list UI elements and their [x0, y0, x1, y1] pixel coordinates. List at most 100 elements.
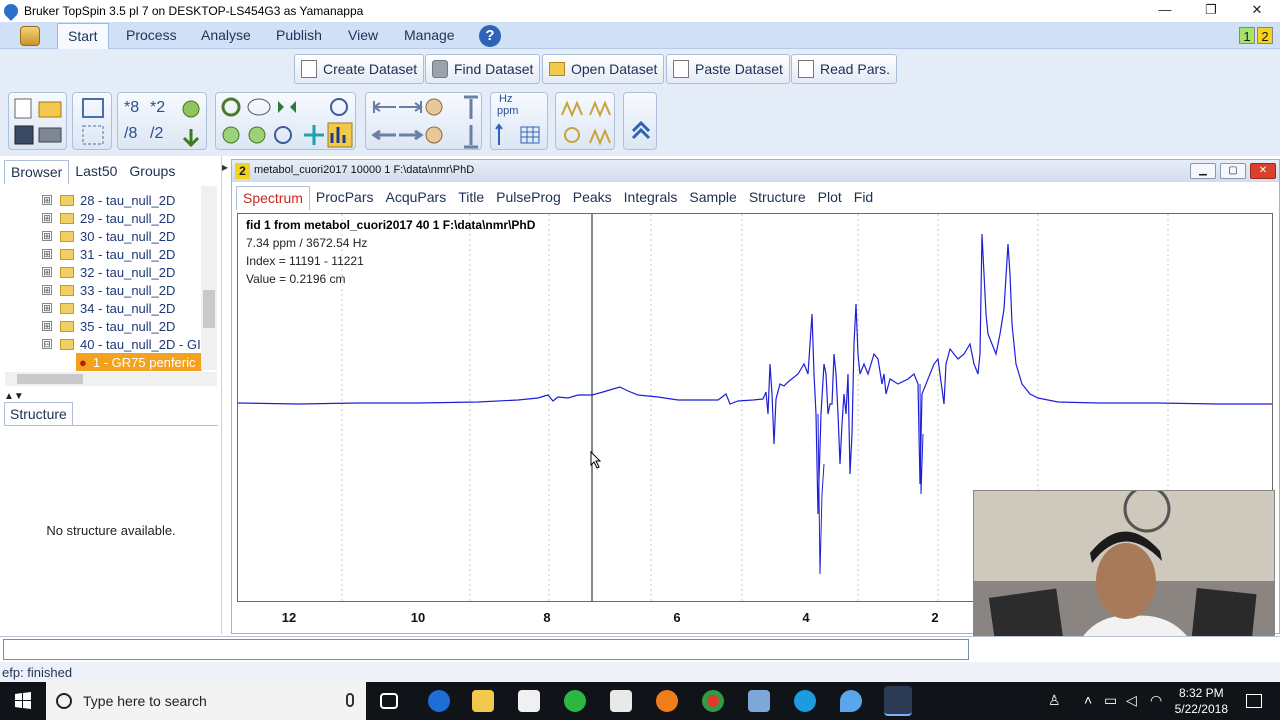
spectrum-close-icon[interactable]: ✕ [1250, 163, 1276, 179]
tab-sample[interactable]: Sample [683, 186, 742, 210]
close-button[interactable]: ✕ [1234, 0, 1280, 22]
tree-item-selected[interactable]: ● 1 - GR75 penferic [76, 353, 202, 371]
tree-vertical-scrollbar[interactable] [201, 186, 217, 370]
restore-button[interactable]: ❐ [1188, 0, 1234, 22]
tree-item[interactable]: ⊞ 35 - tau_null_2D [42, 317, 175, 335]
scale-up-2-button[interactable]: *2 [150, 99, 165, 117]
open-dataset-button[interactable]: Open Dataset [542, 54, 665, 84]
minimize-button[interactable]: — [1142, 0, 1188, 22]
chrome-icon[interactable] [702, 690, 724, 712]
battery-icon[interactable]: ▭ [1104, 692, 1117, 709]
tab-plot[interactable]: Plot [812, 186, 848, 210]
tab-integrals[interactable]: Integrals [618, 186, 684, 210]
tab-acqupars[interactable]: AcquPars [380, 186, 453, 210]
help-icon[interactable]: ? [479, 25, 501, 47]
zoom-tools-icons[interactable] [216, 93, 357, 151]
paste-dataset-button[interactable]: Paste Dataset [666, 54, 790, 84]
tree-item-expanded[interactable]: ⊟ 40 - tau_null_2D - GI [42, 335, 201, 353]
read-pars-button[interactable]: Read Pars. [791, 54, 898, 84]
expand-icon[interactable]: ⊞ [42, 267, 52, 277]
tab-structure-panel[interactable]: Structure [4, 402, 73, 425]
topspin-taskbar-icon[interactable] [840, 690, 862, 712]
expand-up-icon[interactable] [624, 93, 658, 151]
spectrum-maximize-icon[interactable]: ▢ [1220, 163, 1246, 179]
scale-down-8-button[interactable]: /8 [124, 125, 137, 143]
menu-view[interactable]: View [338, 22, 388, 49]
file-explorer-icon[interactable] [472, 690, 494, 712]
menu-process[interactable]: Process [116, 22, 187, 49]
skype-icon[interactable] [794, 690, 816, 712]
expand-icon[interactable]: ⊞ [42, 195, 52, 205]
hz-toggle[interactable]: Hz [499, 93, 512, 105]
expand-icon[interactable]: ⊞ [42, 213, 52, 223]
command-input[interactable] [3, 639, 969, 660]
windows-start-icon[interactable] [0, 682, 46, 720]
tab-fid[interactable]: Fid [848, 186, 879, 210]
menu-publish[interactable]: Publish [266, 22, 332, 49]
topspin-active-taskbar-icon[interactable] [884, 686, 912, 716]
database-icon[interactable] [20, 26, 40, 46]
edge-icon[interactable] [428, 690, 450, 712]
taskbar-clock[interactable]: 8:32 PM 5/22/2018 [1175, 685, 1228, 717]
scale-down-2-button[interactable]: /2 [150, 125, 163, 143]
window-1-button[interactable]: 1 [1239, 27, 1255, 44]
tab-pulseprog[interactable]: PulseProg [490, 186, 567, 210]
wifi-icon[interactable]: ◠ [1150, 692, 1162, 709]
tree-item[interactable]: ⊞ 33 - tau_null_2D [42, 281, 175, 299]
tree-item[interactable]: ⊞ 32 - tau_null_2D [42, 263, 175, 281]
file-tools-icons[interactable] [9, 93, 68, 151]
tab-title[interactable]: Title [452, 186, 490, 210]
whatsapp-icon[interactable] [564, 690, 586, 712]
expand-icon[interactable]: ⊞ [42, 303, 52, 313]
window-2-button[interactable]: 2 [1257, 27, 1273, 44]
tab-peaks[interactable]: Peaks [567, 186, 618, 210]
spectrum-minimize-icon[interactable]: ▁ [1190, 163, 1216, 179]
tree-item[interactable]: ⊞ 30 - tau_null_2D [42, 227, 175, 245]
tab-structure[interactable]: Structure [743, 186, 812, 210]
vertical-reset-icons[interactable] [178, 97, 206, 149]
expand-icon[interactable]: ⊞ [42, 231, 52, 241]
menu-manage[interactable]: Manage [394, 22, 465, 49]
taskbar-search-box[interactable]: Type here to search [46, 682, 366, 720]
tree-item[interactable]: ⊞ 28 - tau_null_2D [42, 191, 175, 209]
scale-up-8-button[interactable]: *8 [124, 99, 139, 117]
layout-tools-icons[interactable] [73, 93, 113, 151]
tree-horizontal-scrollbar[interactable] [5, 372, 217, 386]
tree-item[interactable]: ⊞ 29 - tau_null_2D [42, 209, 175, 227]
menu-start[interactable]: Start [57, 23, 109, 49]
scroll-thumb[interactable] [203, 290, 215, 328]
create-dataset-button[interactable]: Create Dataset [294, 54, 425, 84]
tab-groups[interactable]: Groups [123, 160, 181, 184]
microphone-icon[interactable] [346, 693, 354, 707]
tree-item[interactable]: ⊞ 34 - tau_null_2D [42, 299, 175, 317]
show-hidden-icons-chevron-icon[interactable]: ˄ [1084, 692, 1092, 708]
tab-browser[interactable]: Browser [4, 160, 70, 184]
task-view-icon[interactable] [380, 693, 398, 709]
tree-item[interactable]: ⊞ 31 - tau_null_2D [42, 245, 175, 263]
peak-tools-icons[interactable] [556, 93, 616, 151]
create-dataset-label: Create Dataset [323, 61, 418, 77]
shift-tools-icons[interactable] [366, 93, 483, 151]
remote-desktop-icon[interactable] [748, 690, 770, 712]
grid-icon[interactable] [491, 121, 549, 149]
expand-icon[interactable]: ⊞ [42, 285, 52, 295]
action-center-icon[interactable] [1246, 694, 1262, 708]
tab-last50[interactable]: Last50 [69, 160, 123, 184]
volume-icon[interactable]: ◁ [1126, 692, 1137, 709]
panel-splitter-icon[interactable]: ▲▼ [4, 391, 24, 402]
expand-icon[interactable]: ⊞ [42, 249, 52, 259]
tab-procpars[interactable]: ProcPars [310, 186, 380, 210]
store-icon[interactable] [518, 690, 540, 712]
expand-icon[interactable]: ⊞ [42, 321, 52, 331]
collapse-arrow-icon[interactable]: ▸ [222, 160, 230, 182]
tab-spectrum[interactable]: Spectrum [236, 186, 310, 210]
scroll-thumb[interactable] [17, 374, 83, 384]
menu-analyse[interactable]: Analyse [191, 22, 261, 49]
ppm-toggle[interactable]: ppm [497, 105, 518, 117]
find-dataset-button[interactable]: Find Dataset [425, 54, 541, 84]
collapse-icon[interactable]: ⊟ [42, 339, 52, 349]
firefox-icon[interactable] [656, 690, 678, 712]
people-icon[interactable]: ♙ [1048, 692, 1061, 709]
mail-icon[interactable] [610, 690, 632, 712]
spectrum-tabs: Spectrum ProcPars AcquPars Title PulsePr… [236, 186, 879, 210]
